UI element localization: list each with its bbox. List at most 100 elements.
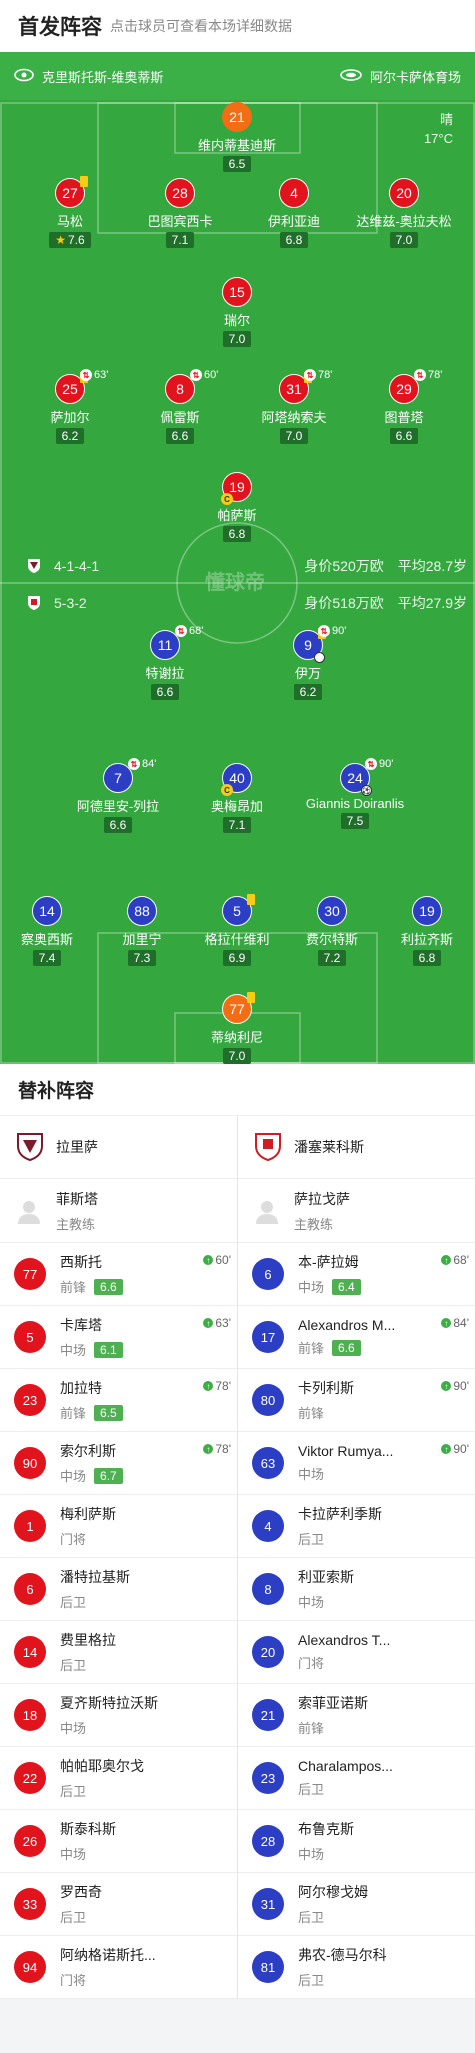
page-bottom-spacer [0, 1999, 475, 2049]
sub-player-row[interactable]: 6 潘特拉基斯 后卫 [0, 1558, 237, 1621]
player-rating: 7.0 [222, 1048, 252, 1064]
sub-player-position: 前锋 [298, 1406, 325, 1421]
player-home-gk[interactable]: 21 维内蒂基迪斯 6.5 [167, 102, 307, 173]
sub-player-row[interactable]: 26 斯泰科斯 中场 [0, 1810, 237, 1873]
substitutes-title: 替补阵容 [0, 1064, 475, 1116]
sub-player-row[interactable]: 4 卡拉萨利季斯 后卫 [238, 1495, 475, 1558]
player-rating: 6.6 [165, 428, 195, 444]
sub-out-indicator: ⇅ 60' [190, 369, 218, 381]
sub-player-position: 中场 [298, 1280, 325, 1295]
sub-icon: ⇅ [190, 369, 202, 381]
sub-icon: ⇅ [414, 369, 426, 381]
sub-player-name: 费里格拉 [60, 1632, 116, 1648]
player-number-badge: 29 ⇅ 78' [389, 369, 442, 404]
sub-player-row[interactable]: 23 加拉特 前锋 6.5 ↑ 78' [0, 1369, 237, 1432]
sub-in-minute: ↑ 90' [441, 1379, 469, 1393]
sub-player-number: 23 [252, 1762, 284, 1794]
lineup-subtitle: 点击球员可查看本场详细数据 [110, 18, 292, 34]
sub-player-row[interactable]: 23 Charalampos... 后卫 [238, 1747, 475, 1810]
sub-player-row[interactable]: 5 卡库塔 中场 6.1 ↑ 63' [0, 1306, 237, 1369]
player-rating: 7.0 [222, 331, 252, 347]
sub-player-row[interactable]: 1 梅利萨斯 门将 [0, 1495, 237, 1558]
home-team-row[interactable]: 拉里萨 [0, 1116, 237, 1179]
sub-in-minute: ↑ 84' [441, 1316, 469, 1330]
sub-player-row[interactable]: 28 布鲁克斯 中场 [238, 1810, 475, 1873]
player-number-badge: 28 [165, 178, 195, 208]
substitutes-section: 替补阵容 拉里萨 菲斯塔 主教练 77 西斯托 前锋 6.6 ↑ 60' 5 卡库塔 中场 6.1… [0, 1064, 475, 1999]
player-rating: 7.3 [127, 950, 157, 966]
player-number-badge: 15 [222, 277, 252, 307]
sub-in-minute: ↑ 63' [203, 1316, 231, 1330]
sub-player-row[interactable]: 20 Alexandros T... 门将 [238, 1621, 475, 1684]
player-rating: 7.2 [317, 950, 347, 966]
player-away-24[interactable]: 24 ⇅ 90' ⚽ Giannis Doiranlis 7.5 [285, 758, 425, 830]
player-away-19[interactable]: 19 利拉齐斯 6.8 [357, 896, 475, 967]
sub-player-row[interactable]: 94 阿纳格诺斯托... 门将 [0, 1936, 237, 1999]
sub-player-number: 63 [252, 1447, 284, 1479]
sub-in-arrow-icon: ↑ [441, 1381, 452, 1391]
player-number-badge: 88 [127, 896, 157, 926]
player-number-badge: 31 ⇅ 78' [279, 369, 332, 404]
yellow-card-icon [247, 894, 255, 905]
player-name: 利拉齐斯 [400, 932, 453, 947]
sub-player-number: 31 [252, 1888, 284, 1920]
sub-player-number: 28 [252, 1825, 284, 1857]
sub-player-number: 18 [14, 1699, 46, 1731]
sub-player-row[interactable]: 17 Alexandros M... 前锋 6.6 ↑ 84' [238, 1306, 475, 1369]
sub-player-row[interactable]: 90 索尔利斯 中场 6.7 ↑ 78' [0, 1432, 237, 1495]
player-rating: 6.6 [150, 684, 180, 700]
sub-player-row[interactable]: 8 利亚索斯 中场 [238, 1558, 475, 1621]
sub-out-indicator: ⇅ 90' [365, 758, 393, 770]
player-home-19[interactable]: 19 C 帕萨斯 6.8 [167, 472, 307, 543]
player-home-20[interactable]: 20 达维兹-奥拉夫松 7.0 [334, 178, 474, 249]
player-rating: 7.0 [389, 232, 419, 248]
player-rating: 7.0 [279, 428, 309, 444]
player-rating: 6.2 [293, 684, 323, 700]
sub-player-row[interactable]: 63 Viktor Rumya... 中场 ↑ 90' [238, 1432, 475, 1495]
sub-player-row[interactable]: 18 夏齐斯特拉沃斯 中场 [0, 1684, 237, 1747]
sub-player-number: 21 [252, 1699, 284, 1731]
sub-in-arrow-icon: ↑ [203, 1444, 214, 1454]
player-rating: 7.1 [165, 232, 195, 248]
player-away-11[interactable]: 11 ⇅ 68' 特谢拉 6.6 [95, 625, 235, 701]
away-subs-column: 潘塞莱科斯 萨拉戈萨 主教练 6 本-萨拉姆 中场 6.4 ↑ 68' 17 Alexandr… [237, 1116, 475, 1999]
away-team-row[interactable]: 潘塞莱科斯 [238, 1116, 475, 1179]
sub-player-row[interactable]: 80 卡列利斯 前锋 ↑ 90' [238, 1369, 475, 1432]
home-formation-row: 4-1-4-1 身价520万欧 平均28.7岁 [0, 556, 475, 576]
home-value: 身价520万欧 [304, 558, 384, 574]
pitch: 克里斯托斯-维奥蒂斯 阿尔卡萨体育场 懂球帝 晴 17°C 4-1-4-1 身价… [0, 52, 475, 1064]
player-number-badge: 11 ⇅ 68' [150, 625, 203, 660]
sub-player-row[interactable]: 14 费里格拉 后卫 [0, 1621, 237, 1684]
player-number-badge: 20 [389, 178, 419, 208]
player-number-badge: 7 ⇅ 84' [103, 758, 156, 793]
sub-player-rating: 6.4 [332, 1278, 361, 1295]
sub-in-minute: ↑ 78' [203, 1442, 231, 1456]
player-away-gk[interactable]: 77 蒂纳利尼 7.0 [167, 992, 307, 1064]
sub-player-row[interactable]: 22 帕帕耶奥尔戈 后卫 [0, 1747, 237, 1810]
player-away-9[interactable]: 9 ⇅ 90' ↗ 伊万 6.2 [238, 625, 378, 701]
sub-player-row[interactable]: 31 阿尔穆戈姆 后卫 [238, 1873, 475, 1936]
away-coach-row[interactable]: 萨拉戈萨 主教练 [238, 1179, 475, 1243]
sub-player-row[interactable]: 33 罗西奇 后卫 [0, 1873, 237, 1936]
player-home-15[interactable]: 15 瑞尔 7.0 [167, 277, 307, 348]
player-number-badge: 19 C [221, 472, 252, 505]
away-formation-row: 5-3-2 身价518万欧 平均27.9岁 [0, 593, 475, 613]
home-coach-row[interactable]: 菲斯塔 主教练 [0, 1179, 237, 1243]
sub-player-rating: 6.6 [94, 1278, 123, 1295]
sub-icon: ⇅ [365, 758, 377, 770]
sub-player-position: 门将 [298, 1656, 325, 1671]
sub-player-row[interactable]: 81 弗农-德马尔科 后卫 [238, 1936, 475, 1999]
home-subs-column: 拉里萨 菲斯塔 主教练 77 西斯托 前锋 6.6 ↑ 60' 5 卡库塔 中场 6.1 ↑ 63' 2… [0, 1116, 237, 1999]
sub-player-name: 加拉特 [60, 1380, 102, 1396]
sub-player-position: 中场 [60, 1469, 87, 1484]
player-number-badge: 30 [317, 896, 347, 926]
player-number-badge: 21 [222, 102, 252, 132]
sub-player-position: 中场 [298, 1847, 325, 1862]
sub-player-name: 索菲亚诺斯 [298, 1695, 368, 1711]
sub-player-position: 门将 [60, 1532, 87, 1547]
player-home-29[interactable]: 29 ⇅ 78' 图普塔 6.6 [334, 369, 474, 445]
sub-player-row[interactable]: 77 西斯托 前锋 6.6 ↑ 60' [0, 1243, 237, 1306]
sub-player-row[interactable]: 21 索菲亚诺斯 前锋 [238, 1684, 475, 1747]
sub-player-number: 20 [252, 1636, 284, 1668]
sub-player-row[interactable]: 6 本-萨拉姆 中场 6.4 ↑ 68' [238, 1243, 475, 1306]
